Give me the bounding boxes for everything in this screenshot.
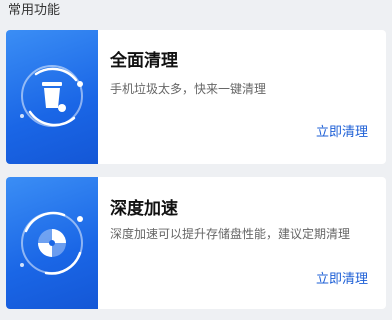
speedup-illustration [6,177,98,309]
card-description: 手机垃圾太多，快来一键清理 [110,82,267,96]
card-description: 深度加速可以提升存储盘性能，建议定期清理 [110,227,351,241]
speedup-card[interactable]: 深度加速 深度加速可以提升存储盘性能，建议定期清理 立即清理 [6,177,386,309]
clean-now-button[interactable]: 立即清理 [316,271,368,289]
card-title: 深度加速 [110,199,178,219]
cleanup-card[interactable]: 全面清理 手机垃圾太多，快来一键清理 立即清理 [6,30,386,164]
cleanup-illustration [6,30,98,164]
trash-icon [20,65,83,127]
speed-disc-icon [20,211,83,275]
section-title: 常用功能 [8,3,61,18]
clean-now-button[interactable]: 立即清理 [316,124,368,142]
card-title: 全面清理 [110,51,178,71]
